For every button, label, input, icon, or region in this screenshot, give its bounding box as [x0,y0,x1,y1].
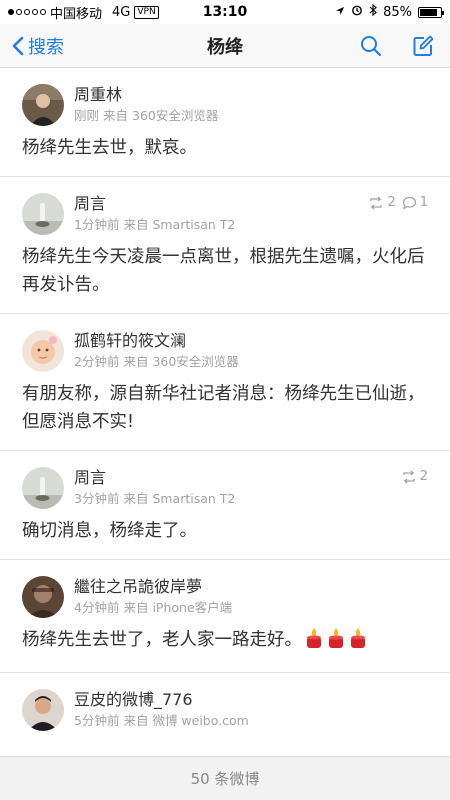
post-source: Smartisan T2 [152,217,236,232]
feed-item[interactable]: 周重林 刚刚 来自 360安全浏览器 杨绛先生去世，默哀。 [0,68,450,177]
post-counts: 2 1 [368,195,428,210]
back-button[interactable]: 搜索 [0,33,64,59]
chevron-left-icon [12,36,24,55]
source-prefix: 来自 [123,354,149,369]
bluetooth-icon [369,3,377,20]
post-source: iPhone客户端 [152,600,233,615]
comment-count: 1 [419,195,428,210]
network-type: 4G [112,4,131,20]
post-text: 杨绛先生去世，默哀。 [22,138,197,158]
repost-count: 2 [419,469,428,484]
feed-item[interactable]: 豆皮的微博_776 5分钟前 来自 微博 weibo.com [0,673,450,731]
result-count-label: 50 条微博 [190,770,260,788]
nav-actions [360,35,450,57]
compose-icon[interactable] [412,35,434,57]
weibo-feed: 周重林 刚刚 来自 360安全浏览器 杨绛先生去世，默哀。 周言 1分钟前 来自… [0,68,450,756]
search-icon[interactable] [360,35,382,57]
post-meta: 2分钟前 来自 360安全浏览器 [74,354,428,370]
post-source: Smartisan T2 [152,491,236,506]
source-prefix: 来自 [103,108,129,123]
post-text: 有朋友称，源自新华社记者消息：杨绛先生已仙逝，但愿消息不实! [22,384,425,432]
source-prefix: 来自 [123,217,149,232]
carrier-label: 中国移动 [50,6,103,22]
repost-icon [403,470,415,483]
username[interactable]: 豆皮的微博_776 [74,689,428,711]
comment-icon [402,196,416,210]
post-text-container: 杨绛先生去世了，老人家一路走好。 [22,618,428,672]
post-meta: 5分钟前 来自 微博 weibo.com [74,713,428,729]
status-left: 中国移动 4G VPN [8,3,159,22]
source-prefix: 来自 [123,713,149,728]
battery-fill [420,8,437,16]
post-time: 5分钟前 [74,713,120,728]
avatar[interactable] [22,84,64,126]
post-text: 杨绛先生去世了，老人家一路走好。 [22,630,302,650]
post-meta: 刚刚 来自 360安全浏览器 [74,108,428,124]
avatar[interactable] [22,193,64,235]
repost-count: 2 [387,195,396,210]
username[interactable]: 周重林 [74,84,428,106]
username[interactable]: 周言 [74,193,368,215]
username[interactable]: 繼往之吊詭彼岸夢 [74,576,428,598]
post-meta: 1分钟前 来自 Smartisan T2 [74,217,368,233]
status-right: 85% [335,3,444,20]
feed-item[interactable]: 孤鹤轩的筱文澜 2分钟前 来自 360安全浏览器 有朋友称，源自新华社记者消息：… [0,314,450,451]
vpn-badge: VPN [134,5,159,19]
status-bar: 中国移动 4G VPN 13:10 85% [0,0,450,24]
post-text: 杨绛先生今天凌晨一点离世，根据先生遗嘱，火化后再发讣告。 [22,247,425,295]
post-text: 确切消息，杨绛走了。 [22,521,197,541]
source-prefix: 来自 [123,600,149,615]
battery-percent: 85% [383,4,412,20]
comment-button[interactable]: 1 [402,195,428,210]
post-source: 360安全浏览器 [132,108,219,123]
signal-strength-icon [8,9,46,15]
feed-item[interactable]: 周言 1分钟前 来自 Smartisan T2 2 1 杨绛先生今天凌晨一点离世… [0,177,450,314]
post-time: 3分钟前 [74,491,120,506]
feed-item[interactable]: 繼往之吊詭彼岸夢 4分钟前 来自 iPhone客户端 杨绛先生去世了，老人家一路… [0,560,450,673]
location-icon [335,5,345,20]
nav-bar: 搜索 杨绛 [0,24,450,68]
candle-emoji-icon [348,627,368,658]
post-time: 2分钟前 [74,354,120,369]
repost-button[interactable]: 2 [368,195,396,210]
battery-icon [418,6,444,18]
avatar[interactable] [22,467,64,509]
source-prefix: 来自 [123,491,149,506]
candle-emoji-icon [326,627,346,658]
candle-emoji-icon [304,627,324,658]
post-source: 360安全浏览器 [152,354,239,369]
alarm-icon [351,4,363,20]
repost-icon [370,196,383,209]
post-time: 刚刚 [74,108,100,123]
repost-button[interactable]: 2 [401,469,428,484]
avatar[interactable] [22,330,64,372]
post-time: 4分钟前 [74,600,120,615]
back-label: 搜索 [28,36,64,58]
post-source: 微博 weibo.com [152,713,249,728]
post-meta: 4分钟前 来自 iPhone客户端 [74,600,428,616]
avatar[interactable] [22,576,64,618]
username[interactable]: 孤鹤轩的筱文澜 [74,330,428,352]
avatar[interactable] [22,689,64,731]
feed-item[interactable]: 周言 3分钟前 来自 Smartisan T2 2 确切消息，杨绛走了。 [0,451,450,560]
post-meta: 3分钟前 来自 Smartisan T2 [74,491,401,507]
username[interactable]: 周言 [74,467,401,489]
post-time: 1分钟前 [74,217,120,232]
result-count-bar: 50 条微博 [0,756,450,800]
post-counts: 2 [401,469,428,484]
